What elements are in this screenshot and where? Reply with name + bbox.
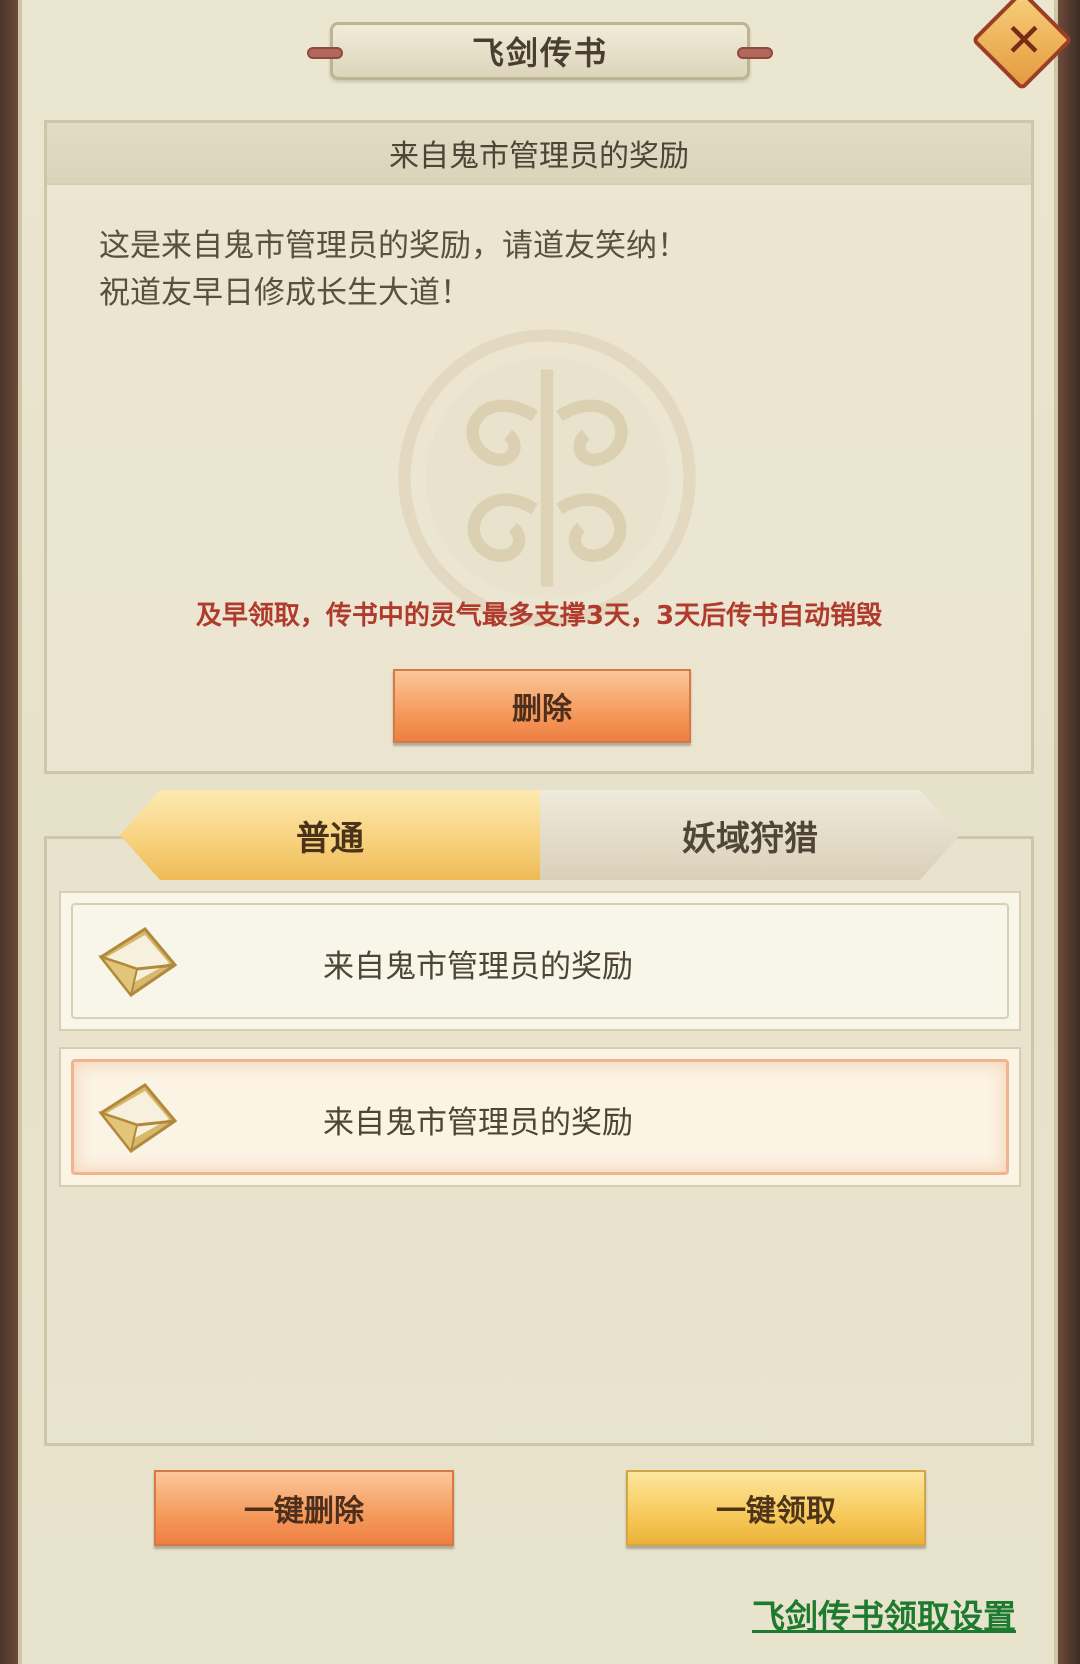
mail-detail: 来自鬼市管理员的奖励 这是来自鬼市管理员的奖励，请道友笑纳！ 祝道友早日修成长生… [44,120,1034,774]
mail-detail-header: 来自鬼市管理员的奖励 [47,123,1031,185]
mail-list-item[interactable]: 来自鬼市管理员的奖励 [59,891,1021,1031]
delete-button[interactable]: 删除 [393,669,691,743]
mail-tabs: 普通 妖域狩猎 [120,790,960,880]
claim-settings-link[interactable]: 飞剑传书领取设置 [752,1590,1016,1638]
expiry-warning: 及早领取，传书中的灵气最多支撑3天，3天后传书自动销毁 [195,601,883,631]
envelope-icon [98,927,178,998]
mail-item-title: 来自鬼市管理员的奖励 [323,948,633,985]
mail-list: 来自鬼市管理员的奖励 来自鬼市管理员的奖励 [44,836,1034,1446]
cloud-emblem-icon [398,329,696,627]
mail-body-line: 这是来自鬼市管理员的奖励，请道友笑纳！ [99,228,688,264]
mail-item-title: 来自鬼市管理员的奖励 [323,1104,633,1141]
close-icon[interactable]: ✕ [996,12,1052,68]
bulk-claim-button[interactable]: 一键领取 [626,1470,926,1546]
mail-list-item-selected[interactable]: 来自鬼市管理员的奖励 [59,1047,1021,1187]
tab-demon-hunt[interactable]: 妖域狩猎 [540,790,960,880]
right-frame-edge [1058,0,1080,1664]
window-title: 飞剑传书 [471,34,608,72]
tab-normal[interactable]: 普通 [120,790,540,880]
envelope-icon [98,1083,178,1154]
scroll-knob-left [307,47,343,59]
scroll-knob-right [737,47,773,59]
mail-body-line: 祝道友早日修成长生大道！ [99,275,471,311]
mail-body: 这是来自鬼市管理员的奖励，请道友笑纳！ 祝道友早日修成长生大道！ [99,223,688,317]
mail-detail-title: 来自鬼市管理员的奖励 [389,139,689,174]
left-frame-edge [0,0,18,1664]
bulk-delete-button[interactable]: 一键删除 [154,1470,454,1546]
title-scroll: 飞剑传书 [307,22,773,80]
